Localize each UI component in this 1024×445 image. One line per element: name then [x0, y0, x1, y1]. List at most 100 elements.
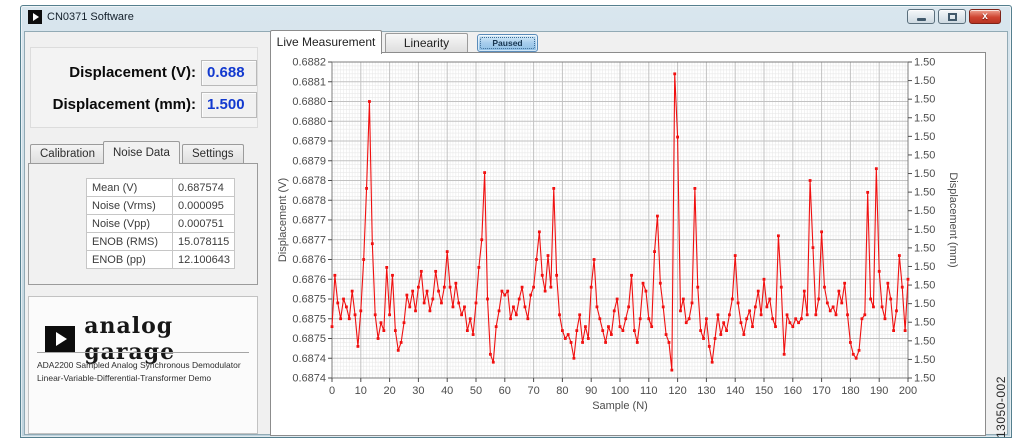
data-point-marker	[886, 281, 890, 285]
data-point-marker	[333, 273, 337, 277]
tab-live-measurement[interactable]: Live Measurement	[270, 30, 382, 54]
data-point-marker	[877, 269, 881, 273]
tab-calibration[interactable]: Calibration	[30, 144, 105, 164]
y-axis-tick-label-right: 1.50	[914, 242, 935, 254]
data-point-marker	[402, 321, 406, 325]
data-point-marker	[748, 309, 751, 313]
y-axis-tick-label-right: 1.50	[914, 335, 935, 347]
data-point-marker	[814, 313, 818, 317]
data-point-marker	[693, 187, 697, 190]
data-point-marker	[771, 317, 775, 321]
data-point-marker	[866, 190, 870, 194]
data-point-marker	[664, 333, 668, 336]
data-point-marker	[762, 277, 766, 281]
data-point-marker	[520, 285, 524, 289]
data-point-marker	[702, 337, 705, 340]
data-point-marker	[656, 214, 659, 218]
x-axis-tick-label: 60	[499, 385, 511, 397]
x-axis-tick-label: 160	[784, 385, 802, 397]
data-point-marker	[753, 305, 757, 309]
page: CN0371 Software x Displacement (V): 0.68…	[0, 0, 1024, 445]
tab-settings[interactable]: Settings	[182, 144, 244, 164]
logo-wordmark: analog garage	[84, 313, 176, 365]
data-point-marker	[808, 179, 812, 182]
data-point-marker	[589, 285, 593, 289]
data-point-marker	[442, 285, 446, 289]
y-axis-tick-label-left: 0.6877	[292, 234, 326, 246]
data-point-marker	[417, 285, 420, 289]
data-point-marker	[463, 305, 466, 309]
maximize-icon	[947, 12, 957, 21]
data-point-marker	[759, 313, 763, 317]
data-point-marker	[345, 305, 348, 309]
data-point-marker	[849, 341, 852, 344]
x-axis-tick-label: 130	[697, 385, 715, 397]
data-point-marker	[635, 341, 639, 344]
data-point-marker	[388, 313, 391, 317]
data-point-marker	[575, 329, 579, 332]
live-measurement-chart: 0.6882 0.6881 0.6880 0.6880 0.6879 0.6879 0.68…	[277, 57, 959, 413]
data-point-marker	[451, 305, 455, 309]
data-point-marker	[834, 313, 838, 317]
data-point-marker	[376, 337, 380, 340]
y-axis-tick-label-left: 0.6878	[292, 195, 326, 207]
data-point-marker	[785, 313, 789, 317]
data-point-marker	[506, 289, 510, 293]
noise-stats-table: Mean (V) 0.687574 Noise (Vrms) 0.000095 Nois…	[86, 178, 235, 269]
tab-linearity[interactable]: Linearity	[385, 33, 468, 52]
y-axis-tick-label-left: 0.6880	[292, 116, 326, 128]
paused-button-focus-ring	[480, 37, 535, 49]
data-point-marker	[382, 329, 386, 332]
y-axis-title-right: Displacement (mm)	[947, 172, 959, 267]
close-button[interactable]: x	[969, 9, 1001, 24]
paused-button[interactable]: Paused	[477, 34, 538, 52]
data-point-marker	[687, 317, 691, 321]
data-point-marker	[794, 317, 798, 321]
data-point-marker	[474, 301, 478, 305]
data-point-marker	[595, 305, 599, 309]
tab-noise-data[interactable]: Noise Data	[103, 141, 180, 164]
data-point-marker	[477, 266, 481, 269]
y-axis-tick-label-left: 0.6879	[292, 136, 326, 148]
data-point-marker	[895, 309, 898, 313]
data-point-marker	[667, 341, 671, 344]
data-point-marker	[765, 305, 769, 309]
data-point-marker	[621, 329, 625, 332]
stat-value: 15.078115	[172, 232, 235, 251]
data-point-marker	[497, 309, 501, 313]
data-point-marker	[650, 325, 654, 329]
data-point-marker	[537, 230, 541, 234]
data-point-marker	[615, 297, 619, 301]
data-point-marker	[483, 171, 487, 174]
data-point-marker	[555, 273, 559, 277]
data-point-marker	[791, 325, 795, 329]
data-point-marker	[874, 167, 878, 171]
data-point-marker	[658, 281, 662, 285]
title-bar[interactable]: CN0371 Software x	[21, 6, 1011, 30]
data-point-marker	[713, 337, 717, 340]
data-point-marker	[653, 250, 656, 253]
displacement-mm-indicator: 1.500	[201, 92, 257, 118]
demo-description-line2: Linear-Variable-Differential-Transformer…	[37, 373, 212, 383]
data-point-marker	[523, 305, 527, 309]
y-axis-tick-label-left: 0.6882	[292, 57, 326, 69]
data-point-marker	[584, 325, 587, 329]
data-point-marker	[837, 289, 841, 293]
x-axis-tick-label: 100	[611, 385, 629, 397]
adi-triangle-icon	[28, 10, 42, 24]
data-point-marker	[414, 309, 417, 313]
minimize-button[interactable]	[907, 9, 935, 24]
maximize-button[interactable]	[938, 9, 966, 24]
data-point-marker	[696, 285, 700, 289]
analog-devices-triangle-icon	[45, 325, 76, 353]
data-point-marker	[690, 301, 694, 305]
data-point-marker	[722, 321, 726, 325]
y-axis-tick-label-right: 1.50	[914, 187, 935, 199]
x-axis-tick-label: 110	[640, 385, 658, 397]
stat-value: 0.000095	[172, 196, 235, 215]
data-point-marker	[365, 187, 368, 190]
data-point-marker	[362, 258, 366, 261]
y-axis-tick-label-right: 1.50	[914, 224, 935, 236]
y-axis-tick-label-left: 0.6878	[292, 175, 326, 187]
data-point-marker	[434, 269, 438, 273]
